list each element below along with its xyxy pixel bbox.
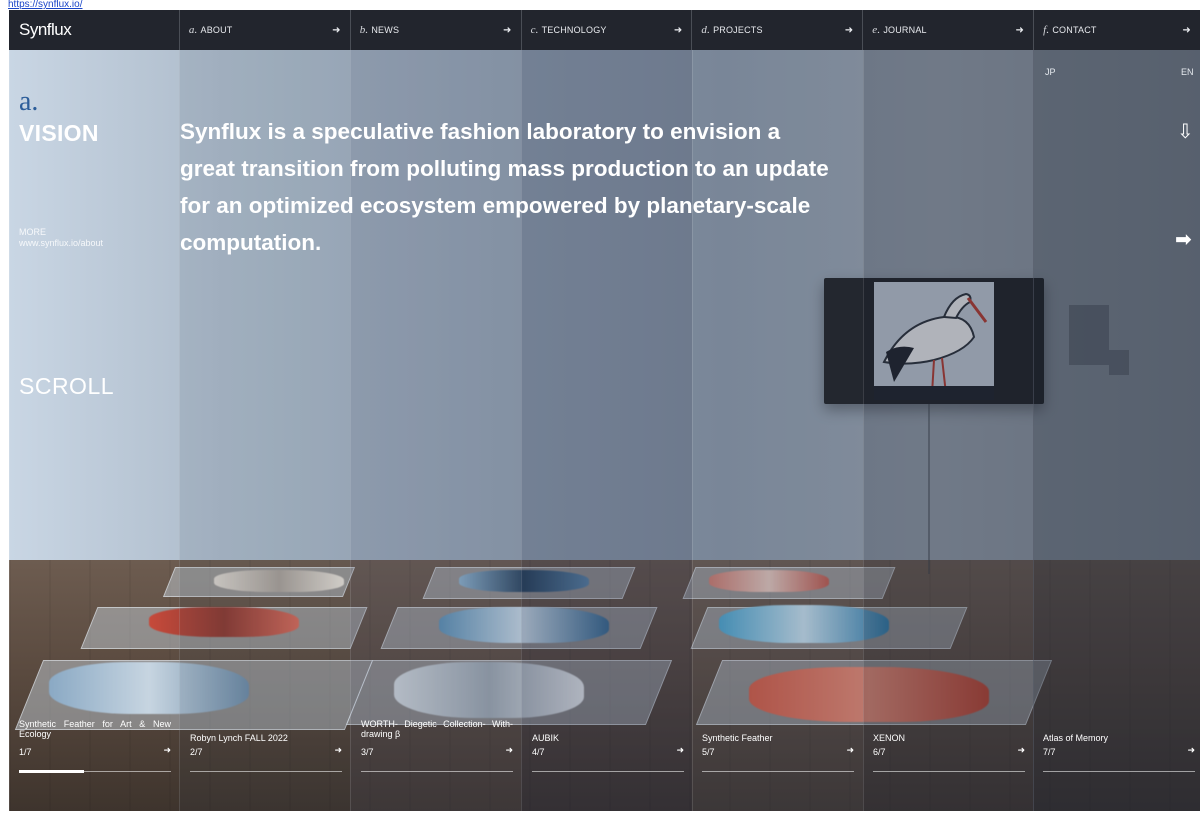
project-title: AUBIK: [532, 733, 560, 743]
section-letter: a.: [19, 86, 39, 117]
progress-track: [702, 771, 854, 772]
nav-label: PROJECTS: [713, 25, 763, 35]
progress-track: [532, 771, 684, 772]
nav-label: NEWS: [371, 25, 400, 35]
nav-label: ABOUT: [200, 25, 233, 35]
column-overlay: [863, 50, 1034, 811]
vision-headline: Synflux is a speculative fashion laborat…: [180, 119, 829, 255]
progress-track: [190, 771, 342, 772]
arrow-right-icon: ➜: [844, 24, 854, 36]
nav-label: CONTACT: [1052, 25, 1097, 35]
synflux-logo[interactable]: Synflux: [9, 10, 179, 50]
arrow-right-icon: ➜: [1182, 24, 1191, 36]
project-card[interactable]: XENON 6/7 ➜: [873, 716, 1025, 776]
nav-mark: d.: [701, 24, 711, 36]
project-card[interactable]: Atlas of Memory 7/7 ➜: [1043, 716, 1195, 776]
project-index: 5/7: [702, 747, 715, 757]
project-card[interactable]: AUBIK 4/7 ➜: [532, 716, 684, 776]
nav-mark: c.: [530, 24, 539, 36]
page-url-link[interactable]: https://synflux.io/: [8, 0, 82, 10]
project-title: XENON: [873, 733, 906, 743]
arrow-right-icon: ➜: [846, 746, 854, 756]
arrow-right-icon: ➜: [505, 746, 513, 756]
project-title: WORTH- Diegetic Collection- With-drawing…: [361, 719, 513, 739]
language-en-link[interactable]: EN: [1181, 67, 1194, 77]
project-index: 2/7: [190, 747, 203, 757]
project-index: 1/7: [19, 747, 32, 757]
progress-track: [873, 771, 1025, 772]
progress-track: [361, 771, 513, 772]
project-title: Synthetic Feather for Art & New Ecology: [19, 719, 171, 739]
arrow-right-icon: ➜: [1017, 746, 1025, 756]
language-jp-link[interactable]: JP: [1045, 67, 1056, 77]
project-index: 3/7: [361, 747, 374, 757]
arrow-right-icon: ➜: [676, 746, 684, 756]
nav-label: TECHNOLOGY: [541, 25, 607, 35]
arrow-right-icon: ➜: [673, 24, 683, 36]
nav-item-projects[interactable]: d. PROJECTS ➜: [691, 10, 862, 50]
hero-frame: Synflux a. ABOUT ➜ b. NEWS ➜ c. TECHNOLO…: [9, 10, 1200, 811]
arrow-right-icon: ➜: [1187, 746, 1195, 756]
project-card[interactable]: Synthetic Feather for Art & New Ecology …: [19, 716, 171, 776]
scroll-indicator: SCROLL: [19, 373, 115, 399]
nav-item-technology[interactable]: c. TECHNOLOGY ➜: [520, 10, 692, 50]
nav-item-contact[interactable]: f. CONTACT ➜: [1033, 10, 1200, 50]
top-navigation: Synflux a. ABOUT ➜ b. NEWS ➜ c. TECHNOLO…: [9, 10, 1200, 50]
nav-item-journal[interactable]: e. JOURNAL ➜: [862, 10, 1033, 50]
arrow-right-icon: ➜: [332, 24, 341, 36]
progress-bar: [19, 770, 85, 773]
more-link[interactable]: www.synflux.io/about: [19, 238, 103, 248]
arrow-right-icon: ➜: [334, 746, 342, 756]
progress-track: [1043, 771, 1195, 772]
scroll-down-arrow-icon[interactable]: ⇩: [1177, 120, 1195, 142]
nav-mark: e.: [872, 24, 881, 36]
nav-item-news[interactable]: b. NEWS ➜: [349, 10, 521, 50]
project-card[interactable]: Synthetic Feather 5/7 ➜: [702, 716, 854, 776]
project-card[interactable]: WORTH- Diegetic Collection- With-drawing…: [361, 716, 513, 776]
project-card[interactable]: Robyn Lynch FALL 2022 2/7 ➜: [190, 716, 342, 776]
project-title: Robyn Lynch FALL 2022: [190, 733, 288, 743]
next-arrow-icon[interactable]: ➡: [1175, 228, 1197, 250]
column-overlay: [9, 50, 180, 811]
project-index: 4/7: [532, 747, 545, 757]
project-title: Synthetic Feather: [702, 733, 773, 743]
arrow-right-icon: ➜: [163, 746, 171, 756]
project-index: 6/7: [873, 747, 886, 757]
column-overlay: [1033, 50, 1200, 811]
nav-item-about[interactable]: a. ABOUT ➜: [178, 10, 350, 50]
project-index: 7/7: [1043, 747, 1056, 757]
nav-mark: f.: [1043, 24, 1050, 36]
section-title: VISION: [19, 120, 99, 146]
nav-mark: a.: [188, 24, 198, 36]
nav-label: JOURNAL: [883, 25, 927, 35]
arrow-right-icon: ➜: [502, 24, 512, 36]
project-title: Atlas of Memory: [1043, 733, 1109, 743]
arrow-right-icon: ➜: [1015, 24, 1025, 36]
nav-mark: b.: [359, 24, 369, 36]
more-label[interactable]: MORE: [19, 227, 46, 237]
